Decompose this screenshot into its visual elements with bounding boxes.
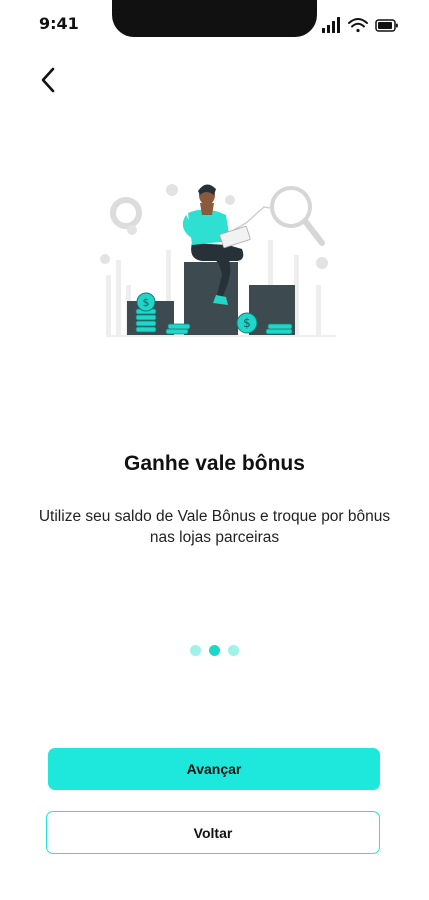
pagination-dot <box>209 645 220 656</box>
chevron-left-icon <box>41 67 55 93</box>
pagination-dot <box>190 645 201 656</box>
svg-text:$: $ <box>143 296 150 309</box>
onboarding-illustration: $ $ <box>100 184 336 337</box>
onboarding-title: Ganhe vale bônus <box>124 452 305 475</box>
onboarding-subtitle: Utilize seu saldo de Vale Bônus e troque… <box>38 508 391 546</box>
next-button[interactable]: Avançar <box>48 748 380 790</box>
svg-text:$: $ <box>243 316 251 330</box>
status-time: 9:41 <box>39 14 79 33</box>
status-icons <box>322 17 398 33</box>
device-notch <box>112 0 317 37</box>
back-button[interactable] <box>30 62 66 98</box>
pagination-dot <box>228 645 239 656</box>
pagination-dots <box>0 645 429 656</box>
wifi-icon <box>348 18 368 33</box>
signal-icon <box>322 17 340 33</box>
battery-icon <box>375 19 398 32</box>
status-bar: 9:41 <box>0 0 429 48</box>
back-text-button[interactable]: Voltar <box>46 811 380 854</box>
